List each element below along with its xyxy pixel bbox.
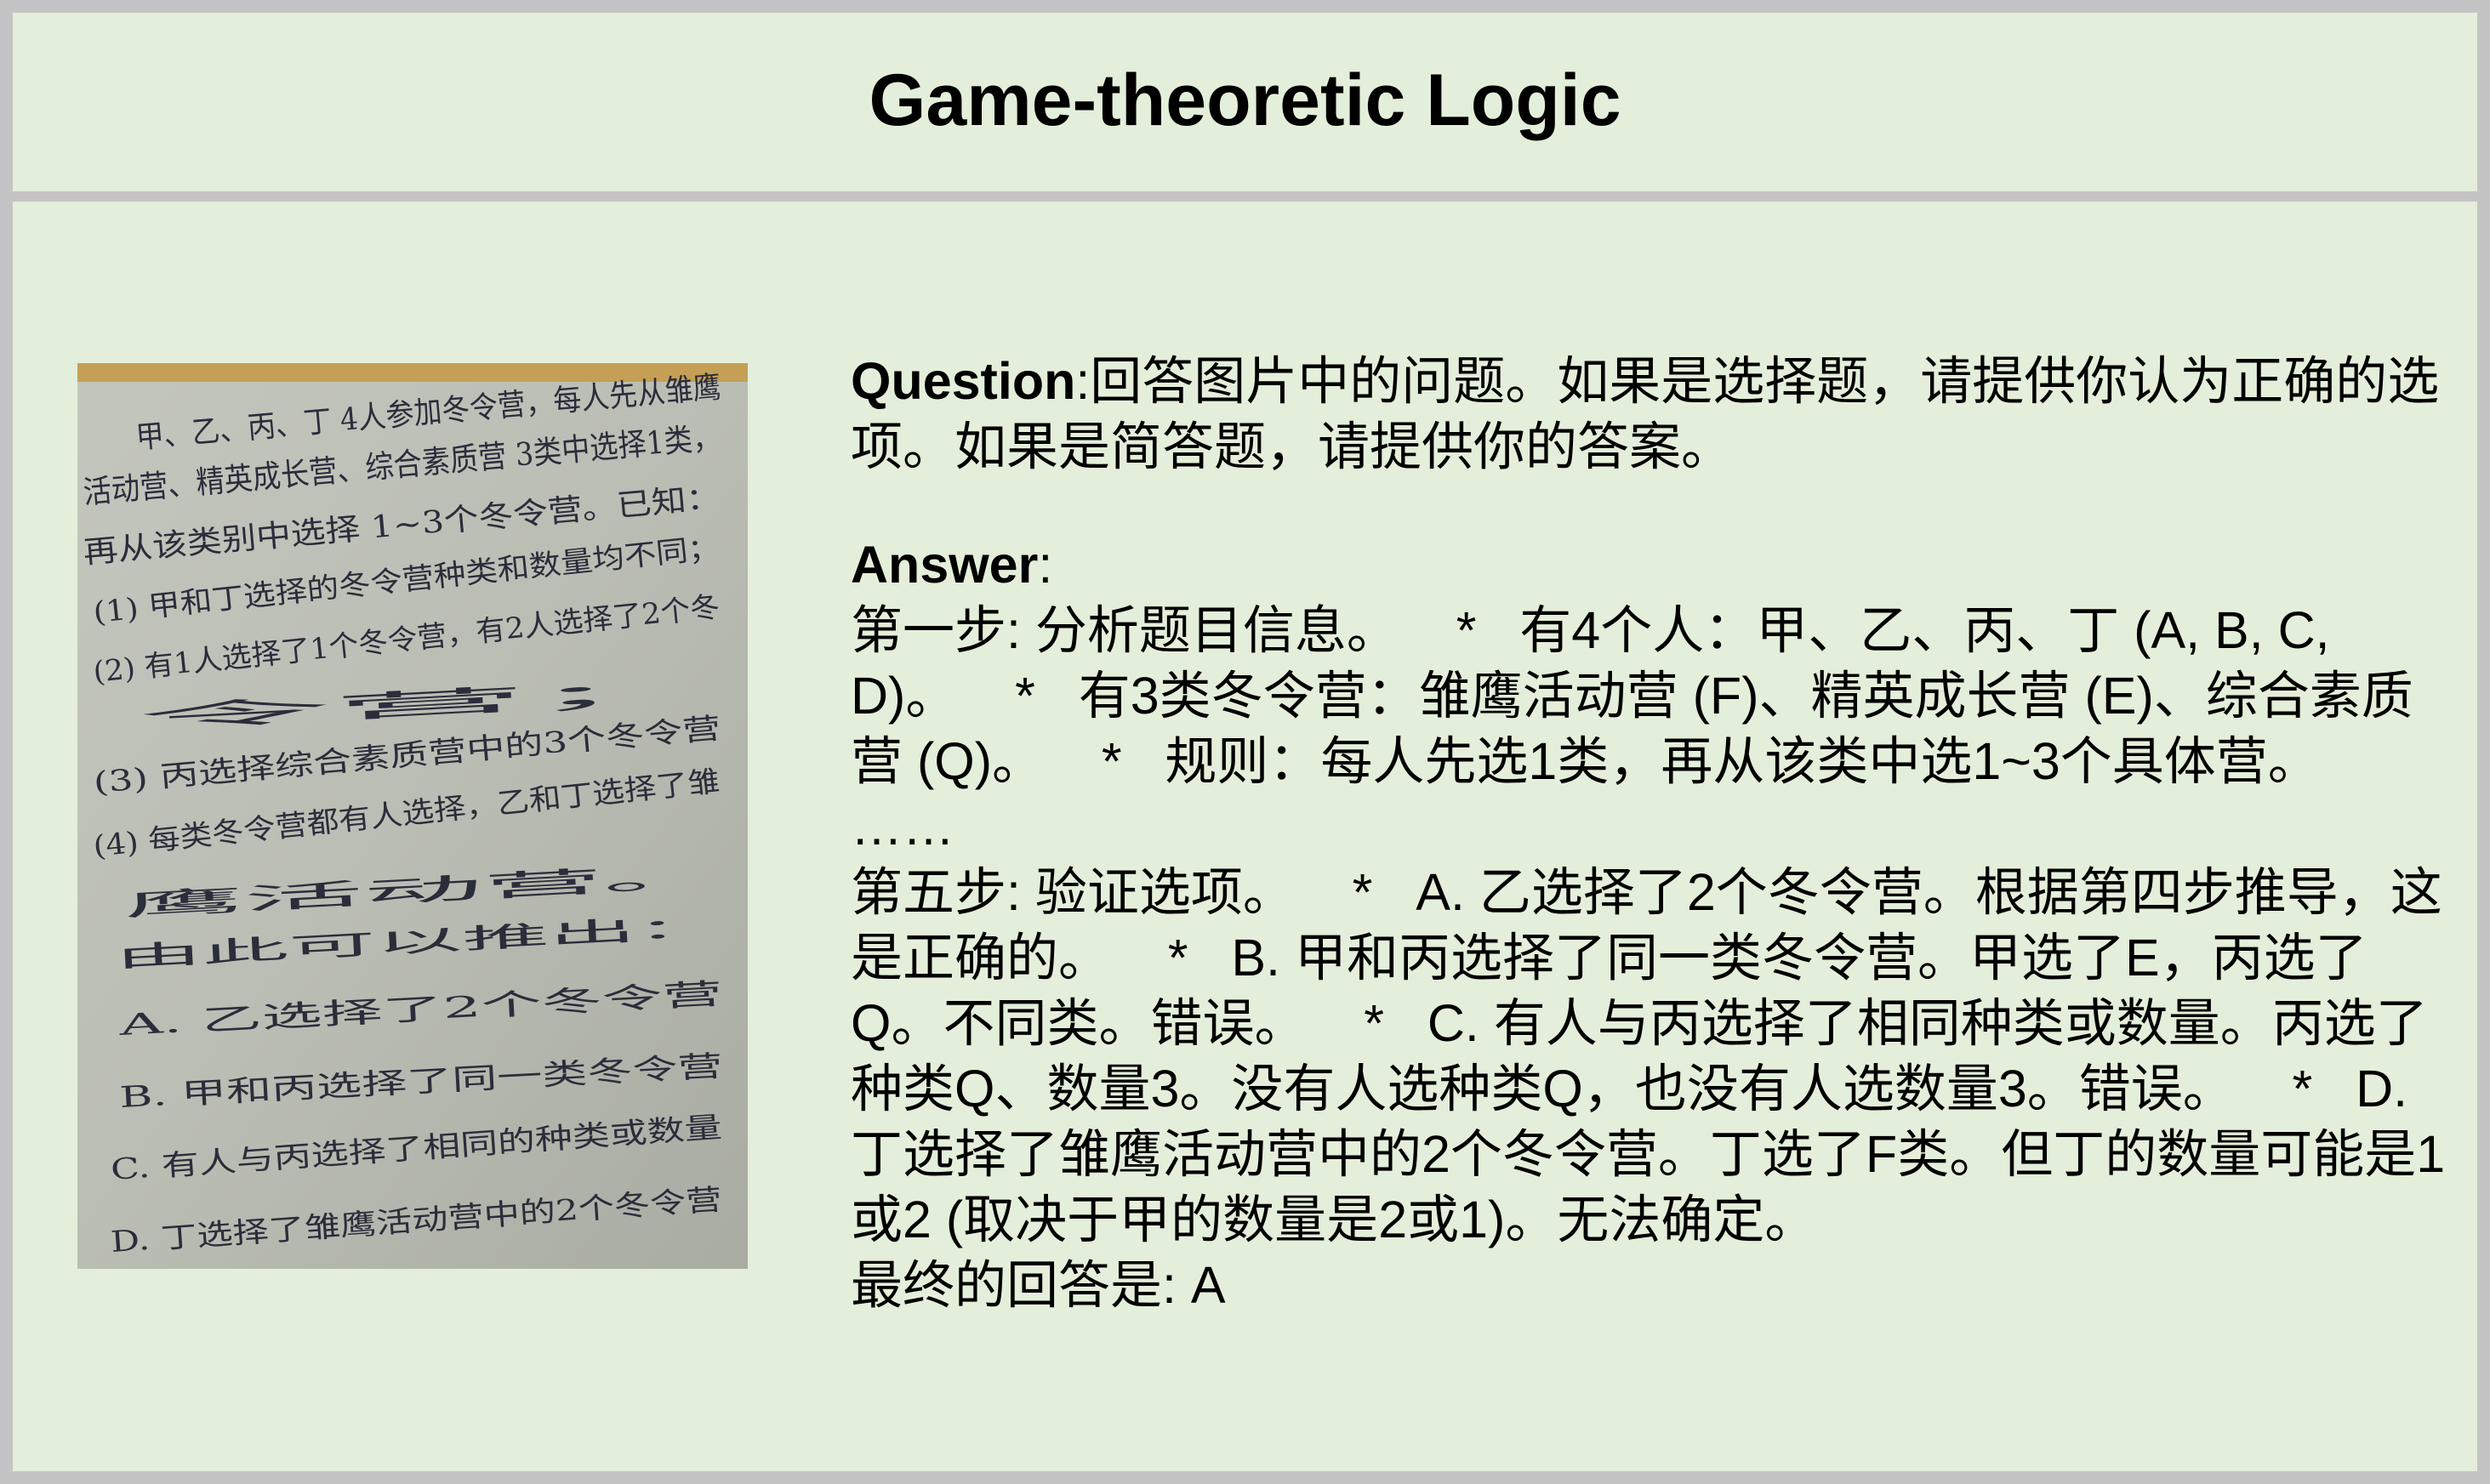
handwritten-note-image: 甲、乙、丙、丁 4人参加冬令营，每人先从雏鹰活动营、精英成长营、综合素质营 3类…: [77, 363, 748, 1269]
content-panel: Game-theoretic Logic 甲、乙、丙、丁 4人参加冬令营，每人先…: [13, 13, 2477, 1471]
question-separator: :: [1075, 352, 1091, 410]
answer-step-five: 第五步: 验证选项。 * A. 乙选择了2个冬令营。根据第四步推导，这是正确的。…: [851, 863, 2446, 1248]
question-text: 回答图片中的问题。如果是选择题，请提供你认为正确的选项。如果是简答题，请提供你的…: [851, 352, 2440, 475]
question-block: Question:回答图片中的问题。如果是选择题，请提供你认为正确的选项。如果是…: [851, 349, 2450, 480]
question-answer-area: Question:回答图片中的问题。如果是选择题，请提供你认为正确的选项。如果是…: [851, 349, 2450, 1318]
answer-block: Answer: 第一步: 分析题目信息。 * 有4个人：甲、乙、丙、丁 (A, …: [851, 532, 2450, 1318]
answer-separator: :: [1038, 536, 1053, 594]
page-title: Game-theoretic Logic: [869, 60, 1621, 141]
final-answer: 最终的回答是: A: [851, 1256, 1226, 1314]
handwritten-question-photo: 甲、乙、丙、丁 4人参加冬令营，每人先从雏鹰 活动营、精英成长营、综合素质营 3类…: [77, 363, 748, 1269]
answer-label: Answer: [851, 536, 1039, 594]
answer-ellipsis: ……: [851, 798, 954, 856]
header-bar: Game-theoretic Logic: [13, 13, 2477, 202]
answer-step-one: 第一步: 分析题目信息。 * 有4个人：甲、乙、丙、丁 (A, B, C, D)…: [851, 601, 2413, 790]
question-label: Question: [851, 352, 1076, 410]
page: Game-theoretic Logic 甲、乙、丙、丁 4人参加冬令营，每人先…: [0, 0, 2490, 1484]
